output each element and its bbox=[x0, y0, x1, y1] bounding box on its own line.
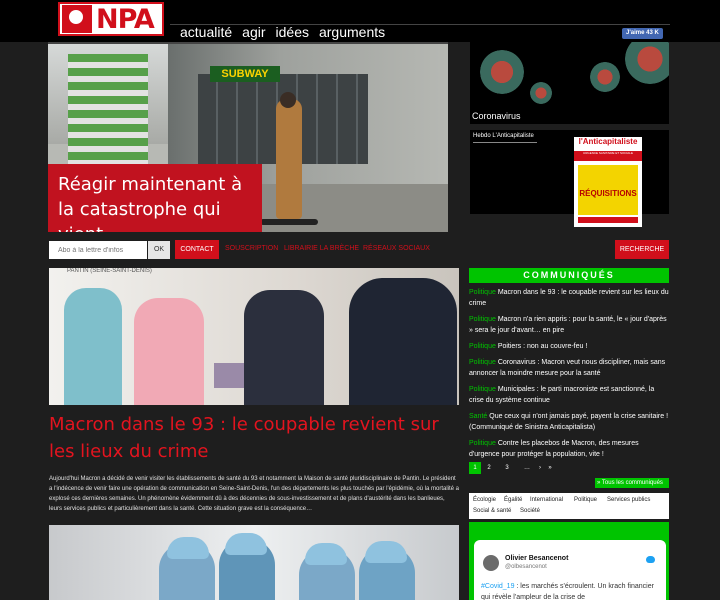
article-body: Aujourd'hui Macron a décidé de venir vis… bbox=[49, 476, 460, 512]
communique-item[interactable]: Santé Que ceux qui n'ont jamais payé, pa… bbox=[469, 411, 669, 433]
communique-text[interactable]: Poitiers : non au couvre-feu ! bbox=[498, 343, 588, 350]
communique-category[interactable]: Politique bbox=[469, 343, 496, 350]
communique-category[interactable]: Politique bbox=[469, 359, 496, 366]
logo-mark-icon bbox=[62, 5, 92, 33]
communique-category[interactable]: Politique bbox=[469, 316, 496, 323]
hero-banner[interactable]: SUBWAY Réagir maintenant à la catastroph… bbox=[48, 44, 448, 232]
communique-item[interactable]: Politique Municipales : le parti macroni… bbox=[469, 384, 669, 406]
communique-category[interactable]: Politique bbox=[469, 386, 496, 393]
facebook-like-button[interactable]: J'aime 43 K bbox=[622, 28, 663, 39]
tag-services-publics[interactable]: Services publics bbox=[607, 497, 650, 503]
journal-headline: RÉQUISITIONS bbox=[579, 189, 637, 198]
communique-category[interactable]: Politique bbox=[469, 440, 496, 447]
search-button[interactable]: RECHERCHE bbox=[615, 240, 669, 259]
hebdo-divider bbox=[473, 142, 537, 143]
npa-logo[interactable]: NPA bbox=[58, 2, 164, 36]
communique-text[interactable]: Macron n'a rien appris : pour la santé, … bbox=[469, 316, 667, 334]
communique-category[interactable]: Santé bbox=[469, 413, 487, 420]
communique-text[interactable]: Que ceux qui n'ont jamais payé, payent l… bbox=[469, 413, 668, 431]
communique-category[interactable]: Politique bbox=[469, 289, 496, 296]
tag-ecologie[interactable]: Écologie bbox=[473, 497, 496, 503]
librairie-link[interactable]: LIBRAIRIE LA BRÈCHE bbox=[284, 245, 359, 252]
main-nav: actualité agir idées arguments bbox=[180, 24, 385, 40]
communique-text[interactable]: Municipales : le parti macroniste est sa… bbox=[469, 386, 654, 404]
hero-caption[interactable]: Réagir maintenant à la catastrophe qui v… bbox=[48, 164, 262, 232]
coronavirus-label[interactable]: Coronavirus bbox=[472, 111, 521, 121]
page-link[interactable]: 3 bbox=[501, 462, 513, 474]
contact-button[interactable]: CONTACT bbox=[175, 240, 219, 259]
tweet-hashtag[interactable]: #Covid_19 bbox=[481, 583, 514, 590]
newsletter-ok-button[interactable]: OK bbox=[148, 241, 170, 259]
page: NPA actualité agir idées arguments J'aim… bbox=[0, 0, 720, 600]
tweet-author-name[interactable]: Olivier Besancenot bbox=[505, 555, 568, 562]
newsletter-input[interactable] bbox=[49, 241, 147, 259]
page-link-current[interactable]: 1 bbox=[469, 462, 481, 474]
nav-agir[interactable]: agir bbox=[242, 24, 265, 40]
tag-international[interactable]: International bbox=[530, 497, 563, 503]
second-article-image[interactable] bbox=[49, 525, 459, 600]
tag-bar: Écologie Égalité International Politique… bbox=[469, 493, 669, 519]
communiques-heading: COMMUNIQUÉS bbox=[469, 268, 669, 283]
nav-idees[interactable]: idées bbox=[276, 24, 309, 40]
nav-actualite[interactable]: actualité bbox=[180, 24, 232, 40]
last-page-link[interactable]: » bbox=[545, 462, 555, 474]
subway-sign: SUBWAY bbox=[210, 66, 280, 82]
communique-item[interactable]: Politique Contre les placebos de Macron,… bbox=[469, 438, 669, 460]
tag-politique[interactable]: Politique bbox=[574, 497, 597, 503]
communiques-pagination: 1 2 3 … › » bbox=[469, 462, 669, 474]
avatar[interactable] bbox=[483, 555, 499, 571]
article-image[interactable]: PANTIN (SEINE-SAINT-DENIS) bbox=[49, 268, 459, 405]
tag-egalite[interactable]: Égalité bbox=[504, 497, 522, 503]
logo-text: NPA bbox=[96, 3, 155, 35]
journal-band: URGENCE SANITAIRE ET SOCIALE bbox=[574, 151, 642, 161]
communique-item[interactable]: Politique Macron n'a rien appris : pour … bbox=[469, 314, 669, 336]
tag-societe[interactable]: Société bbox=[520, 508, 540, 514]
next-page-link[interactable]: › bbox=[535, 462, 545, 474]
journal-cover[interactable]: l'Anticapitaliste URGENCE SANITAIRE ET S… bbox=[574, 137, 642, 227]
tag-social-sante[interactable]: Social & santé bbox=[473, 508, 511, 514]
reseaux-sociaux-link[interactable]: RÉSEAUX SOCIAUX bbox=[363, 245, 430, 252]
communique-item[interactable]: Politique Poitiers : non au couvre-feu ! bbox=[469, 341, 669, 352]
tweet-text: #Covid_19 : les marchés s'écroulent. Un … bbox=[481, 581, 659, 600]
communique-text[interactable]: Macron dans le 93 : le coupable revient … bbox=[469, 289, 669, 307]
tweet-author-handle[interactable]: @olbesancenot bbox=[505, 564, 547, 570]
hebdo-label[interactable]: Hebdo L'Anticapitaliste bbox=[473, 133, 534, 139]
communique-item[interactable]: Politique Macron dans le 93 : le coupabl… bbox=[469, 287, 669, 309]
communique-item[interactable]: Politique Coronavirus : Macron veut nous… bbox=[469, 357, 669, 379]
souscription-link[interactable]: SOUSCRIPTION bbox=[225, 245, 278, 252]
journal-title: l'Anticapitaliste bbox=[578, 137, 638, 146]
twitter-bird-icon bbox=[646, 556, 655, 563]
site-header: NPA actualité agir idées arguments J'aim… bbox=[0, 0, 720, 42]
page-link[interactable]: 2 bbox=[483, 462, 495, 474]
hero-caption-text: Réagir maintenant à la catastrophe qui v… bbox=[58, 174, 243, 232]
page-ellipsis: … bbox=[524, 465, 530, 471]
article-title[interactable]: Macron dans le 93 : le coupable revient … bbox=[49, 411, 459, 465]
image-location-label: PANTIN (SEINE-SAINT-DENIS) bbox=[67, 268, 152, 274]
nav-arguments[interactable]: arguments bbox=[319, 24, 385, 40]
skateboarder bbox=[276, 99, 302, 219]
all-communiques-link[interactable]: » Tous les communiqués bbox=[595, 478, 669, 488]
communique-text[interactable]: Coronavirus : Macron veut nous disciplin… bbox=[469, 359, 665, 377]
virus-icon bbox=[480, 50, 524, 94]
